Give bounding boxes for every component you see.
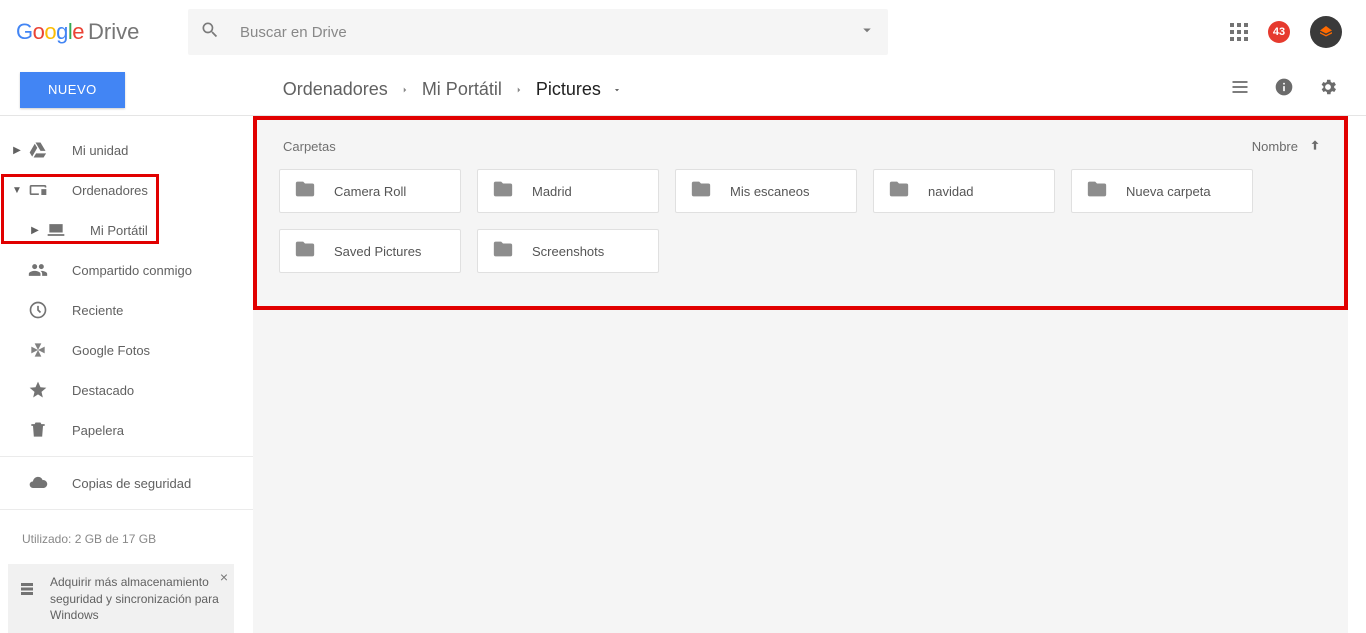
folder-grid: Camera Roll Madrid Mis escaneos navidad Nuev…	[279, 169, 1322, 273]
sidebar-label: Mi unidad	[72, 143, 128, 158]
sidebar: ▶ Mi unidad ▼ Ordenadores ▶ Mi Portátil	[0, 116, 253, 633]
avatar[interactable]	[1310, 16, 1342, 48]
cloud-icon	[26, 473, 50, 493]
sort-control[interactable]: Nombre	[1252, 138, 1322, 155]
toolbar-right	[1230, 77, 1338, 102]
breadcrumb-current-label: Pictures	[536, 79, 601, 99]
people-icon	[26, 260, 50, 280]
list-view-icon[interactable]	[1230, 77, 1250, 102]
header: Google Drive 43	[0, 0, 1366, 64]
photos-icon	[26, 340, 50, 360]
sidebar-label: Ordenadores	[72, 183, 148, 198]
search-options-dropdown[interactable]	[858, 21, 876, 44]
folder-name: Madrid	[532, 184, 572, 199]
folder-card[interactable]: Mis escaneos	[675, 169, 857, 213]
search-input[interactable]	[240, 24, 858, 41]
main-content: Carpetas Nombre Camera Roll Madrid Mis esc…	[253, 116, 1348, 633]
chevron-right-icon	[400, 79, 410, 100]
gear-icon[interactable]	[1318, 77, 1338, 102]
sidebar-item-starred[interactable]: Destacado	[0, 370, 253, 410]
folder-card[interactable]: Camera Roll	[279, 169, 461, 213]
folder-name: navidad	[928, 184, 974, 199]
sidebar-label: Destacado	[72, 383, 134, 398]
promo-card[interactable]: × Adquirir más almacenamiento seguridad …	[8, 564, 234, 633]
close-icon[interactable]: ×	[220, 568, 228, 587]
drive-icon	[26, 140, 50, 160]
star-icon	[26, 380, 50, 400]
folder-icon	[294, 238, 316, 265]
sidebar-item-my-laptop[interactable]: ▶ Mi Portátil	[0, 210, 253, 250]
product-name: Drive	[88, 19, 139, 45]
header-right: 43	[1230, 16, 1350, 48]
info-icon[interactable]	[1274, 77, 1294, 102]
logo[interactable]: Google Drive	[16, 19, 188, 45]
devices-icon	[26, 180, 50, 200]
sidebar-label: Papelera	[72, 423, 124, 438]
clock-icon	[26, 300, 50, 320]
storage-usage: Utilizado: 2 GB de 17 GB	[0, 516, 253, 550]
breadcrumb-pictures[interactable]: Pictures	[534, 75, 624, 104]
folder-name: Camera Roll	[334, 184, 406, 199]
folder-icon	[492, 178, 514, 205]
folder-name: Nueva carpeta	[1126, 184, 1211, 199]
laptop-icon	[44, 220, 68, 240]
divider	[0, 456, 253, 457]
folder-icon	[690, 178, 712, 205]
folder-card[interactable]: Nueva carpeta	[1071, 169, 1253, 213]
sidebar-label: Mi Portátil	[90, 223, 148, 238]
expand-icon[interactable]: ▶	[8, 145, 26, 156]
folder-card[interactable]: Saved Pictures	[279, 229, 461, 273]
breadcrumb: Ordenadores Mi Portátil Pictures	[281, 75, 624, 104]
sidebar-label: Compartido conmigo	[72, 263, 192, 278]
folder-name: Screenshots	[532, 244, 604, 259]
trash-icon	[26, 420, 50, 440]
sidebar-item-my-drive[interactable]: ▶ Mi unidad	[0, 130, 253, 170]
sidebar-label: Reciente	[72, 303, 123, 318]
chevron-down-icon	[612, 84, 622, 98]
sidebar-item-trash[interactable]: Papelera	[0, 410, 253, 450]
breadcrumb-computers[interactable]: Ordenadores	[281, 75, 390, 104]
folder-icon	[1086, 178, 1108, 205]
promo-text-2: seguridad y sincronización para Windows	[50, 592, 219, 622]
sidebar-label: Copias de seguridad	[72, 476, 191, 491]
search-icon[interactable]	[200, 20, 220, 45]
folder-icon	[888, 178, 910, 205]
breadcrumb-my-laptop[interactable]: Mi Portátil	[420, 75, 504, 104]
sidebar-item-recent[interactable]: Reciente	[0, 290, 253, 330]
sidebar-item-shared[interactable]: Compartido conmigo	[0, 250, 253, 290]
download-icon	[18, 580, 36, 602]
section-header: Carpetas Nombre	[279, 134, 1322, 169]
sidebar-item-backups[interactable]: Copias de seguridad	[0, 463, 253, 503]
search-bar[interactable]	[188, 9, 888, 55]
new-button[interactable]: NUEVO	[20, 72, 125, 108]
folder-icon	[492, 238, 514, 265]
expand-icon[interactable]: ▶	[26, 225, 44, 236]
chevron-right-icon	[514, 79, 524, 100]
section-label: Carpetas	[283, 139, 336, 154]
folder-name: Saved Pictures	[334, 244, 421, 259]
folder-icon	[294, 178, 316, 205]
folder-card[interactable]: Screenshots	[477, 229, 659, 273]
apps-icon[interactable]	[1230, 23, 1248, 41]
notifications-badge[interactable]: 43	[1268, 21, 1290, 43]
folder-card[interactable]: Madrid	[477, 169, 659, 213]
folder-card[interactable]: navidad	[873, 169, 1055, 213]
promo-text-1: Adquirir más almacenamiento	[50, 575, 209, 589]
sort-label: Nombre	[1252, 139, 1298, 154]
folder-name: Mis escaneos	[730, 184, 809, 199]
collapse-icon[interactable]: ▼	[8, 185, 26, 196]
divider	[0, 509, 253, 510]
toolbar: NUEVO Ordenadores Mi Portátil Pictures	[0, 64, 1366, 116]
sidebar-item-computers[interactable]: ▼ Ordenadores	[0, 170, 253, 210]
arrow-up-icon	[1308, 138, 1322, 155]
sidebar-item-photos[interactable]: Google Fotos	[0, 330, 253, 370]
sidebar-label: Google Fotos	[72, 343, 150, 358]
